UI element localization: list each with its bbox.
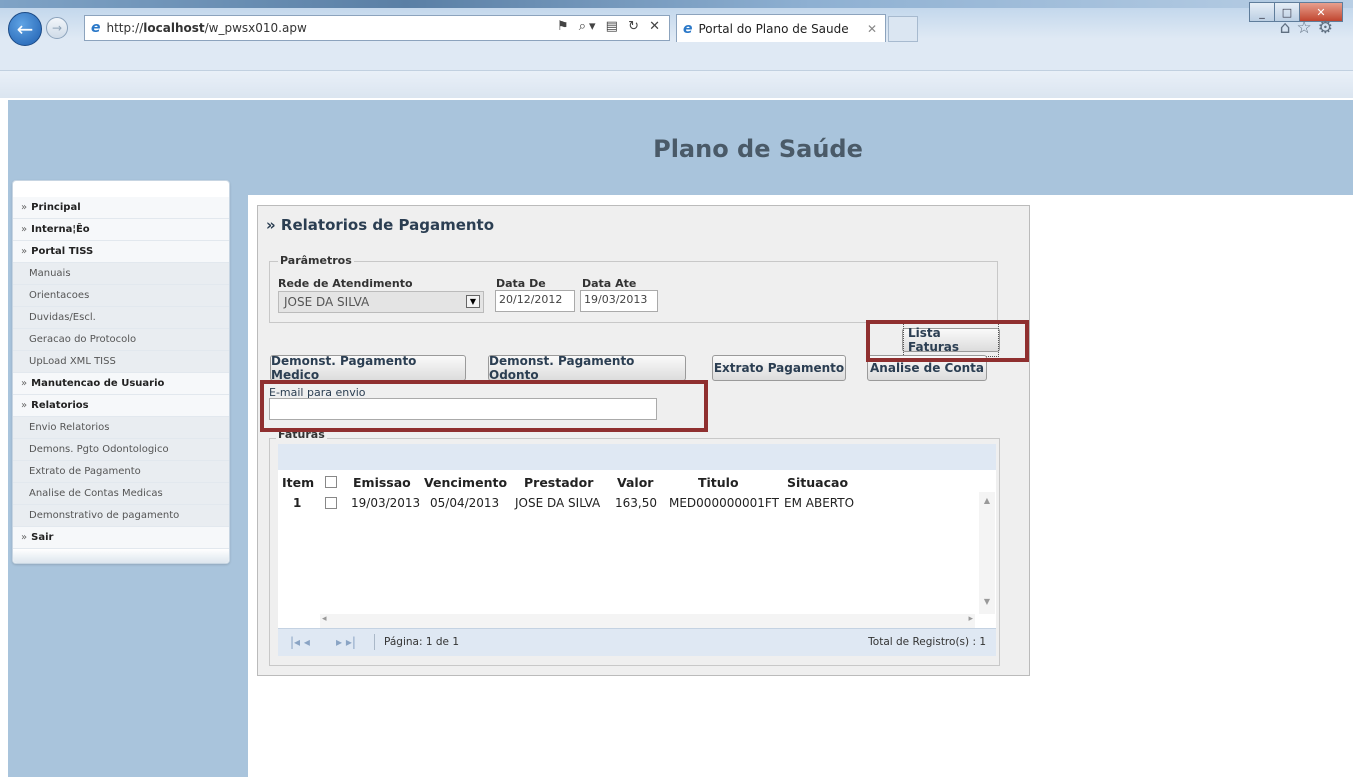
sidebar-item-extrato-de-pagamento[interactable]: Extrato de Pagamento bbox=[13, 461, 229, 483]
grid-toolbar bbox=[278, 444, 996, 470]
highlight-lista-faturas bbox=[866, 320, 1029, 362]
title-bar bbox=[0, 0, 1353, 8]
address-tools-icons[interactable]: ⚑ ⌕▾ ▤ ↻ ✕ bbox=[557, 19, 663, 34]
next-page-icon[interactable]: ▸ ▸| bbox=[336, 635, 356, 649]
first-page-icon[interactable]: |◂ ◂ bbox=[290, 635, 310, 649]
total-records: Total de Registro(s) : 1 bbox=[868, 636, 986, 648]
cell-vencimento: 05/04/2013 bbox=[430, 496, 500, 510]
col-situacao[interactable]: Situacao bbox=[787, 475, 848, 490]
scroll-left-icon[interactable]: ◂ bbox=[322, 614, 327, 624]
grid-pager: |◂ ◂ ▸ ▸| Página: 1 de 1 Total de Regist… bbox=[278, 628, 996, 656]
sidebar-item-geracao-do-protocolo[interactable]: Geracao do Protocolo bbox=[13, 329, 229, 351]
pager-divider bbox=[374, 634, 375, 650]
col-titulo[interactable]: Titulo bbox=[698, 475, 739, 490]
tab-title: Portal do Plano de Saude bbox=[698, 21, 849, 36]
grid-horizontal-scrollbar[interactable]: ◂ ▸ bbox=[320, 614, 975, 628]
tab-close-icon[interactable]: ✕ bbox=[867, 22, 877, 36]
sidebar-item-relatorios[interactable]: Relatorios bbox=[13, 395, 229, 417]
sidebar-item-principal[interactable]: Principal bbox=[13, 197, 229, 219]
forward-button[interactable]: → bbox=[46, 17, 68, 39]
demonst-odonto-button[interactable]: Demonst. Pagamento Odonto bbox=[488, 354, 686, 382]
sidebar-item-demons-pgto-odontologico[interactable]: Demons. Pgto Odontologico bbox=[13, 439, 229, 461]
scroll-right-icon[interactable]: ▸ bbox=[968, 614, 973, 624]
col-emissao[interactable]: Emissao bbox=[353, 475, 411, 490]
menu-footer bbox=[13, 549, 229, 563]
sidebar-item-upload-xml-tiss[interactable]: UpLoad XML TISS bbox=[13, 351, 229, 373]
sidebar-item-demonstrativo-de-pagamento[interactable]: Demonstrativo de pagamento bbox=[13, 505, 229, 527]
col-item: Item bbox=[282, 475, 315, 490]
address-bar[interactable]: e http://localhost/w_pwsx010.apw ⚑ ⌕▾ ▤ … bbox=[84, 15, 670, 41]
params-legend: Parâmetros bbox=[278, 254, 354, 267]
sidebar-item-orientacoes[interactable]: Orientacoes bbox=[13, 285, 229, 307]
gear-icon[interactable]: ⚙ bbox=[1318, 18, 1339, 38]
favorites-star-icon[interactable]: ☆ bbox=[1297, 18, 1318, 38]
command-bar bbox=[0, 70, 1353, 98]
site-title: Plano de Saúde bbox=[653, 135, 863, 163]
sidebar-item-sair[interactable]: Sair bbox=[13, 527, 229, 549]
cell-situacao: EM ABERTO bbox=[784, 496, 855, 510]
sidebar-item-portal-tiss[interactable]: Portal TISS bbox=[13, 241, 229, 263]
rede-value: JOSE DA SILVA bbox=[284, 295, 370, 309]
back-button[interactable]: ← bbox=[8, 12, 42, 46]
cell-item: 1 bbox=[293, 496, 302, 510]
sidebar-item-manuais[interactable]: Manuais bbox=[13, 263, 229, 285]
scroll-up-icon[interactable]: ▲ bbox=[979, 496, 995, 505]
data-ate-input[interactable]: 19/03/2013 bbox=[580, 290, 658, 312]
extrato-pagamento-button[interactable]: Extrato Pagamento bbox=[712, 355, 846, 381]
col-valor[interactable]: Valor bbox=[617, 475, 653, 490]
home-icon[interactable]: ⌂ bbox=[1280, 18, 1297, 38]
address-url-host: localhost bbox=[143, 21, 205, 35]
tab-ie-icon: e bbox=[683, 20, 693, 37]
toolbar-icons: ⌂☆⚙ bbox=[1280, 18, 1339, 38]
page-indicator: Página: 1 de 1 bbox=[384, 636, 460, 648]
data-de-input[interactable]: 20/12/2012 bbox=[495, 290, 575, 312]
tab-portal[interactable]: e Portal do Plano de Saude ✕ bbox=[676, 14, 886, 42]
sidebar-item-analise-de-contas-medicas[interactable]: Analise de Contas Medicas bbox=[13, 483, 229, 505]
data-ate-label: Data Ate bbox=[582, 277, 637, 290]
ie-logo-icon: e bbox=[91, 20, 101, 36]
cell-titulo: MED000000001FT bbox=[669, 496, 779, 510]
col-vencimento[interactable]: Vencimento bbox=[424, 475, 507, 490]
rede-label: Rede de Atendimento bbox=[278, 277, 413, 290]
cell-emissao: 19/03/2013 bbox=[351, 496, 421, 510]
new-tab-button[interactable] bbox=[888, 16, 918, 42]
cell-valor: 163,50 bbox=[615, 496, 657, 510]
demonst-medico-button[interactable]: Demonst. Pagamento Medico bbox=[270, 354, 466, 382]
report-panel: » Relatorios de Pagamento Parâmetros Red… bbox=[257, 205, 1030, 676]
grid-vertical-scrollbar[interactable]: ▲ ▼ bbox=[979, 492, 995, 614]
select-all-checkbox[interactable] bbox=[325, 476, 337, 488]
scroll-down-icon[interactable]: ▼ bbox=[979, 597, 995, 606]
rede-select[interactable]: JOSE DA SILVA ▼ bbox=[278, 291, 484, 313]
row-checkbox[interactable] bbox=[325, 497, 337, 509]
highlight-email bbox=[260, 380, 708, 432]
panel-title: » Relatorios de Pagamento bbox=[266, 216, 495, 234]
side-menu: PrincipalInterna¦ÊoPortal TISSManuaisOri… bbox=[12, 180, 230, 564]
minimize-icon[interactable]: _ bbox=[1249, 2, 1275, 22]
cell-prestador: JOSE DA SILVA bbox=[515, 496, 601, 510]
address-url-path: /w_pwsx010.apw bbox=[204, 21, 307, 35]
data-de-label: Data De bbox=[496, 277, 546, 290]
browser-chrome: _ □ ✕ ← → e http://localhost/w_pwsx010.a… bbox=[0, 0, 1353, 98]
chevron-down-icon[interactable]: ▼ bbox=[466, 295, 480, 308]
sidebar-item-interna-o[interactable]: Interna¦Êo bbox=[13, 219, 229, 241]
faturas-grid bbox=[278, 470, 996, 628]
sidebar-item-duvidas-escl[interactable]: Duvidas/Escl. bbox=[13, 307, 229, 329]
col-prestador[interactable]: Prestador bbox=[524, 475, 593, 490]
sidebar-item-manutencao-de-usuario[interactable]: Manutencao de Usuario bbox=[13, 373, 229, 395]
address-url-prefix: http:// bbox=[106, 21, 144, 35]
sidebar-item-envio-relatorios[interactable]: Envio Relatorios bbox=[13, 417, 229, 439]
